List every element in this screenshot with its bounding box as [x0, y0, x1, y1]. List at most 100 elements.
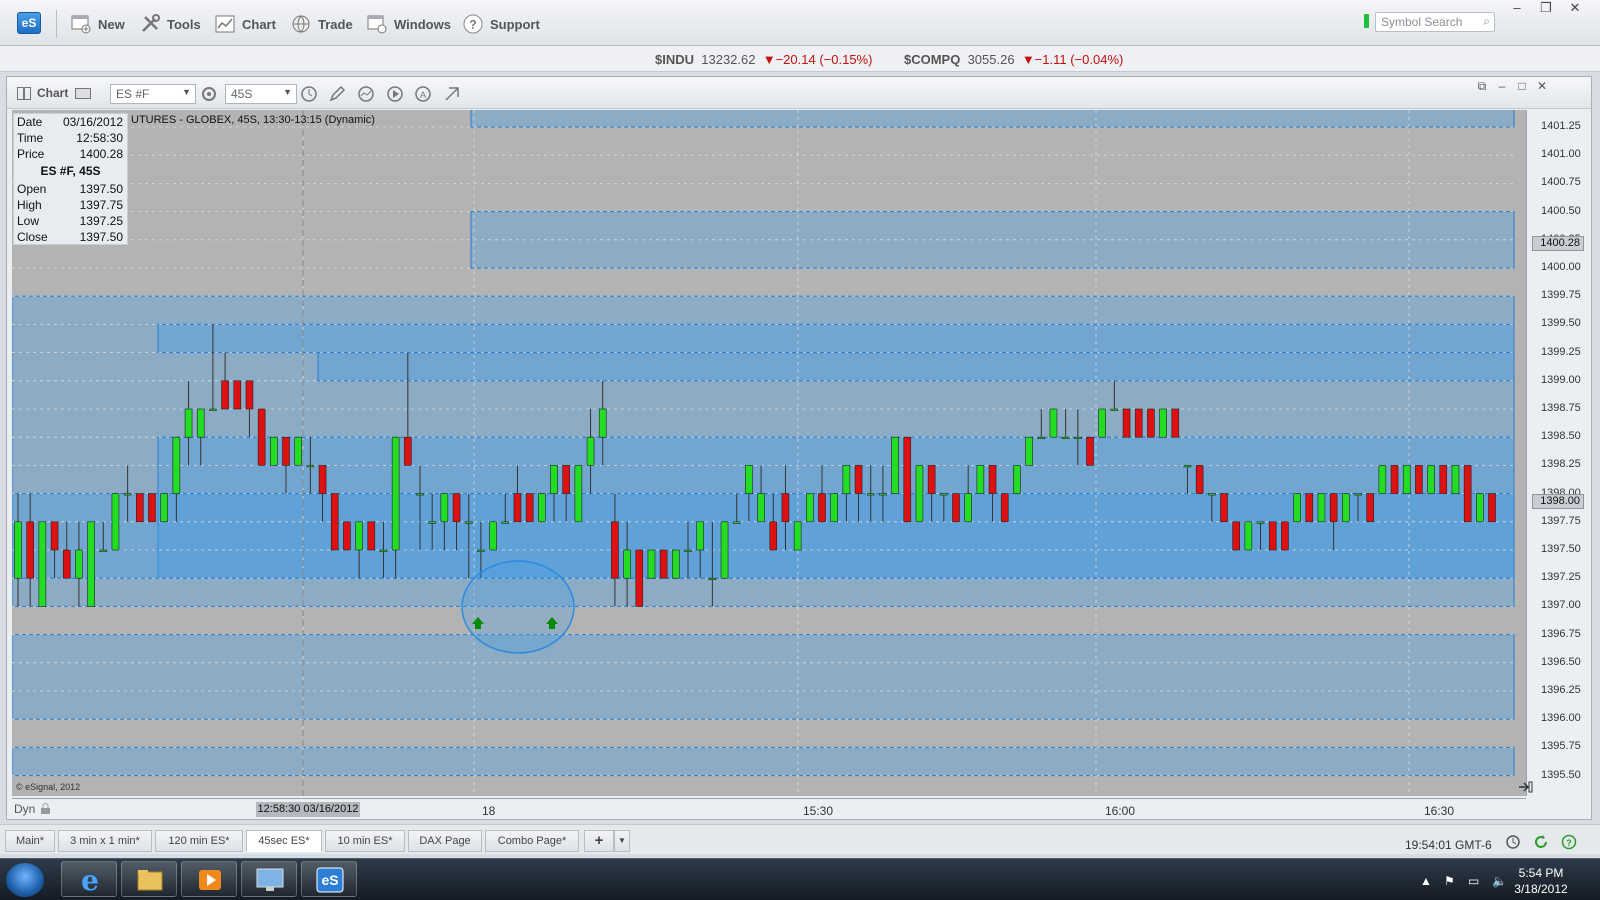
candle-body [757, 493, 765, 523]
sim-icon[interactable] [75, 88, 91, 99]
esignal-taskbar-icon[interactable]: eS [301, 861, 357, 897]
tab-dax-page[interactable]: DAX Page [408, 830, 482, 852]
candle-body [1134, 408, 1143, 438]
volume-icon[interactable]: 🔈 [1492, 874, 1507, 888]
dropdown-arrow-icon: ▼ [182, 87, 191, 97]
action-center-flag-icon[interactable]: ⚑ [1444, 874, 1455, 888]
dyn-label[interactable]: Dyn [14, 802, 35, 816]
price-chart[interactable] [12, 110, 1538, 796]
support-button[interactable]: ? Support [462, 11, 540, 37]
settings-gear-icon[interactable] [200, 85, 218, 103]
lock-icon[interactable] [39, 802, 52, 815]
trade-label: Trade [318, 16, 353, 32]
candle-body [1171, 408, 1180, 438]
ticker-symbol: $COMPQ [904, 52, 961, 67]
restore-app-button[interactable]: ❐ [1533, 0, 1559, 18]
remote-desktop-icon[interactable] [241, 861, 297, 897]
search-icon[interactable]: ⌕ [1483, 14, 1490, 29]
candle-body [270, 436, 278, 466]
clock-icon[interactable] [300, 85, 318, 103]
price-tick: 1399.50 [1541, 317, 1581, 330]
minimize-app-button[interactable]: – [1504, 0, 1530, 18]
toolbar-separator [56, 10, 57, 38]
file-explorer-icon[interactable] [121, 861, 177, 897]
detach-chart-button[interactable]: ⧉ [1473, 79, 1491, 95]
taskbar-clock[interactable]: 5:54 PM 3/18/2012 [1506, 865, 1576, 897]
time-tick: 15:30 [803, 804, 834, 818]
candle-body [99, 549, 108, 552]
chart-label: Chart [242, 16, 276, 32]
help-status-icon[interactable]: ? [1561, 834, 1577, 850]
layout-icon[interactable] [17, 87, 31, 100]
candle-body [1305, 493, 1314, 523]
windows-start-button[interactable] [6, 863, 44, 897]
add-tab-button[interactable]: + [584, 830, 614, 852]
tab-list-dropdown[interactable]: ▼ [614, 830, 630, 852]
esignal-logo[interactable]: eS [17, 12, 41, 34]
ticker-last: 13232.62 [701, 52, 756, 67]
time-label: Time [17, 131, 44, 145]
play-icon[interactable] [386, 85, 404, 103]
tab-main[interactable]: Main* [5, 830, 55, 852]
trade-globe-icon [292, 15, 310, 33]
candle-body [1342, 493, 1350, 523]
candle-body [1415, 465, 1423, 494]
price-tick: 1396.25 [1541, 684, 1581, 696]
tab-10min[interactable]: 10 min ES* [325, 830, 405, 852]
candle-body [62, 549, 71, 579]
close-label: Close [17, 230, 48, 244]
candle-body [745, 465, 753, 494]
tab-combo-page[interactable]: Combo Page* [485, 830, 579, 852]
link-icon[interactable] [443, 85, 461, 103]
candle-body [976, 465, 985, 494]
candlestick-chart[interactable] [12, 110, 1526, 796]
interval-value: 45S [231, 87, 253, 101]
close-chart-button[interactable]: ✕ [1533, 79, 1551, 95]
internet-explorer-icon[interactable]: e [61, 861, 117, 897]
candle-body [879, 493, 887, 496]
trade-button[interactable]: Trade [290, 11, 353, 37]
maximize-chart-button[interactable]: □ [1513, 79, 1531, 95]
candle-body [75, 549, 83, 579]
candle-body [38, 521, 47, 607]
tab-45sec[interactable]: 45sec ES* [246, 830, 322, 852]
symbol-combo[interactable]: ES #F ▼ [110, 84, 196, 104]
price-tick: 1395.50 [1541, 768, 1581, 781]
candle-body [1476, 493, 1484, 523]
candle-body [489, 521, 497, 551]
windows-button[interactable]: Windows [366, 11, 451, 37]
tab-3min-1min[interactable]: 3 min x 1 min* [58, 830, 152, 852]
clock-status-icon[interactable] [1505, 834, 1521, 850]
tray-expand-icon[interactable]: ▲ [1420, 874, 1432, 888]
study-icon[interactable] [357, 85, 375, 103]
ticker-compq[interactable]: $COMPQ 3055.26 ▼−1.11 (−0.04%) [904, 52, 1123, 67]
price-tick: 1401.25 [1541, 120, 1581, 132]
candle-body [294, 436, 302, 466]
refresh-icon[interactable] [1533, 834, 1549, 850]
ticker-indu[interactable]: $INDU 13232.62 ▼−20.14 (−0.15%) [655, 52, 872, 67]
windows-taskbar [0, 858, 1600, 900]
candle-body [1390, 465, 1399, 494]
candle-body [501, 521, 510, 524]
network-icon[interactable]: ▭ [1468, 874, 1479, 888]
svg-text:e: e [81, 864, 99, 897]
alert-icon[interactable]: A [414, 85, 432, 103]
tools-button[interactable]: Tools [139, 11, 201, 37]
media-player-icon[interactable] [181, 861, 237, 897]
time-tick: 16:00 [1105, 804, 1136, 818]
candle-body [1451, 465, 1460, 494]
dropdown-arrow-icon: ▼ [283, 87, 292, 97]
new-button[interactable]: New [70, 11, 125, 37]
time-axis[interactable] [12, 798, 1526, 818]
interval-combo[interactable]: 45S ▼ [225, 84, 297, 104]
chart-button[interactable]: Chart [214, 11, 276, 37]
close-app-button[interactable]: ✕ [1562, 0, 1588, 18]
symbol-search-input[interactable]: Symbol Search ⌕ [1375, 12, 1495, 32]
scroll-to-end-icon[interactable] [1518, 780, 1534, 794]
pencil-icon[interactable] [328, 85, 346, 103]
tab-120min[interactable]: 120 min ES* [155, 830, 243, 852]
new-label: New [98, 16, 125, 32]
minimize-chart-button[interactable]: – [1493, 79, 1511, 95]
chart-window-title: Chart [37, 86, 69, 100]
taskbar-date: 3/18/2012 [1514, 882, 1568, 896]
